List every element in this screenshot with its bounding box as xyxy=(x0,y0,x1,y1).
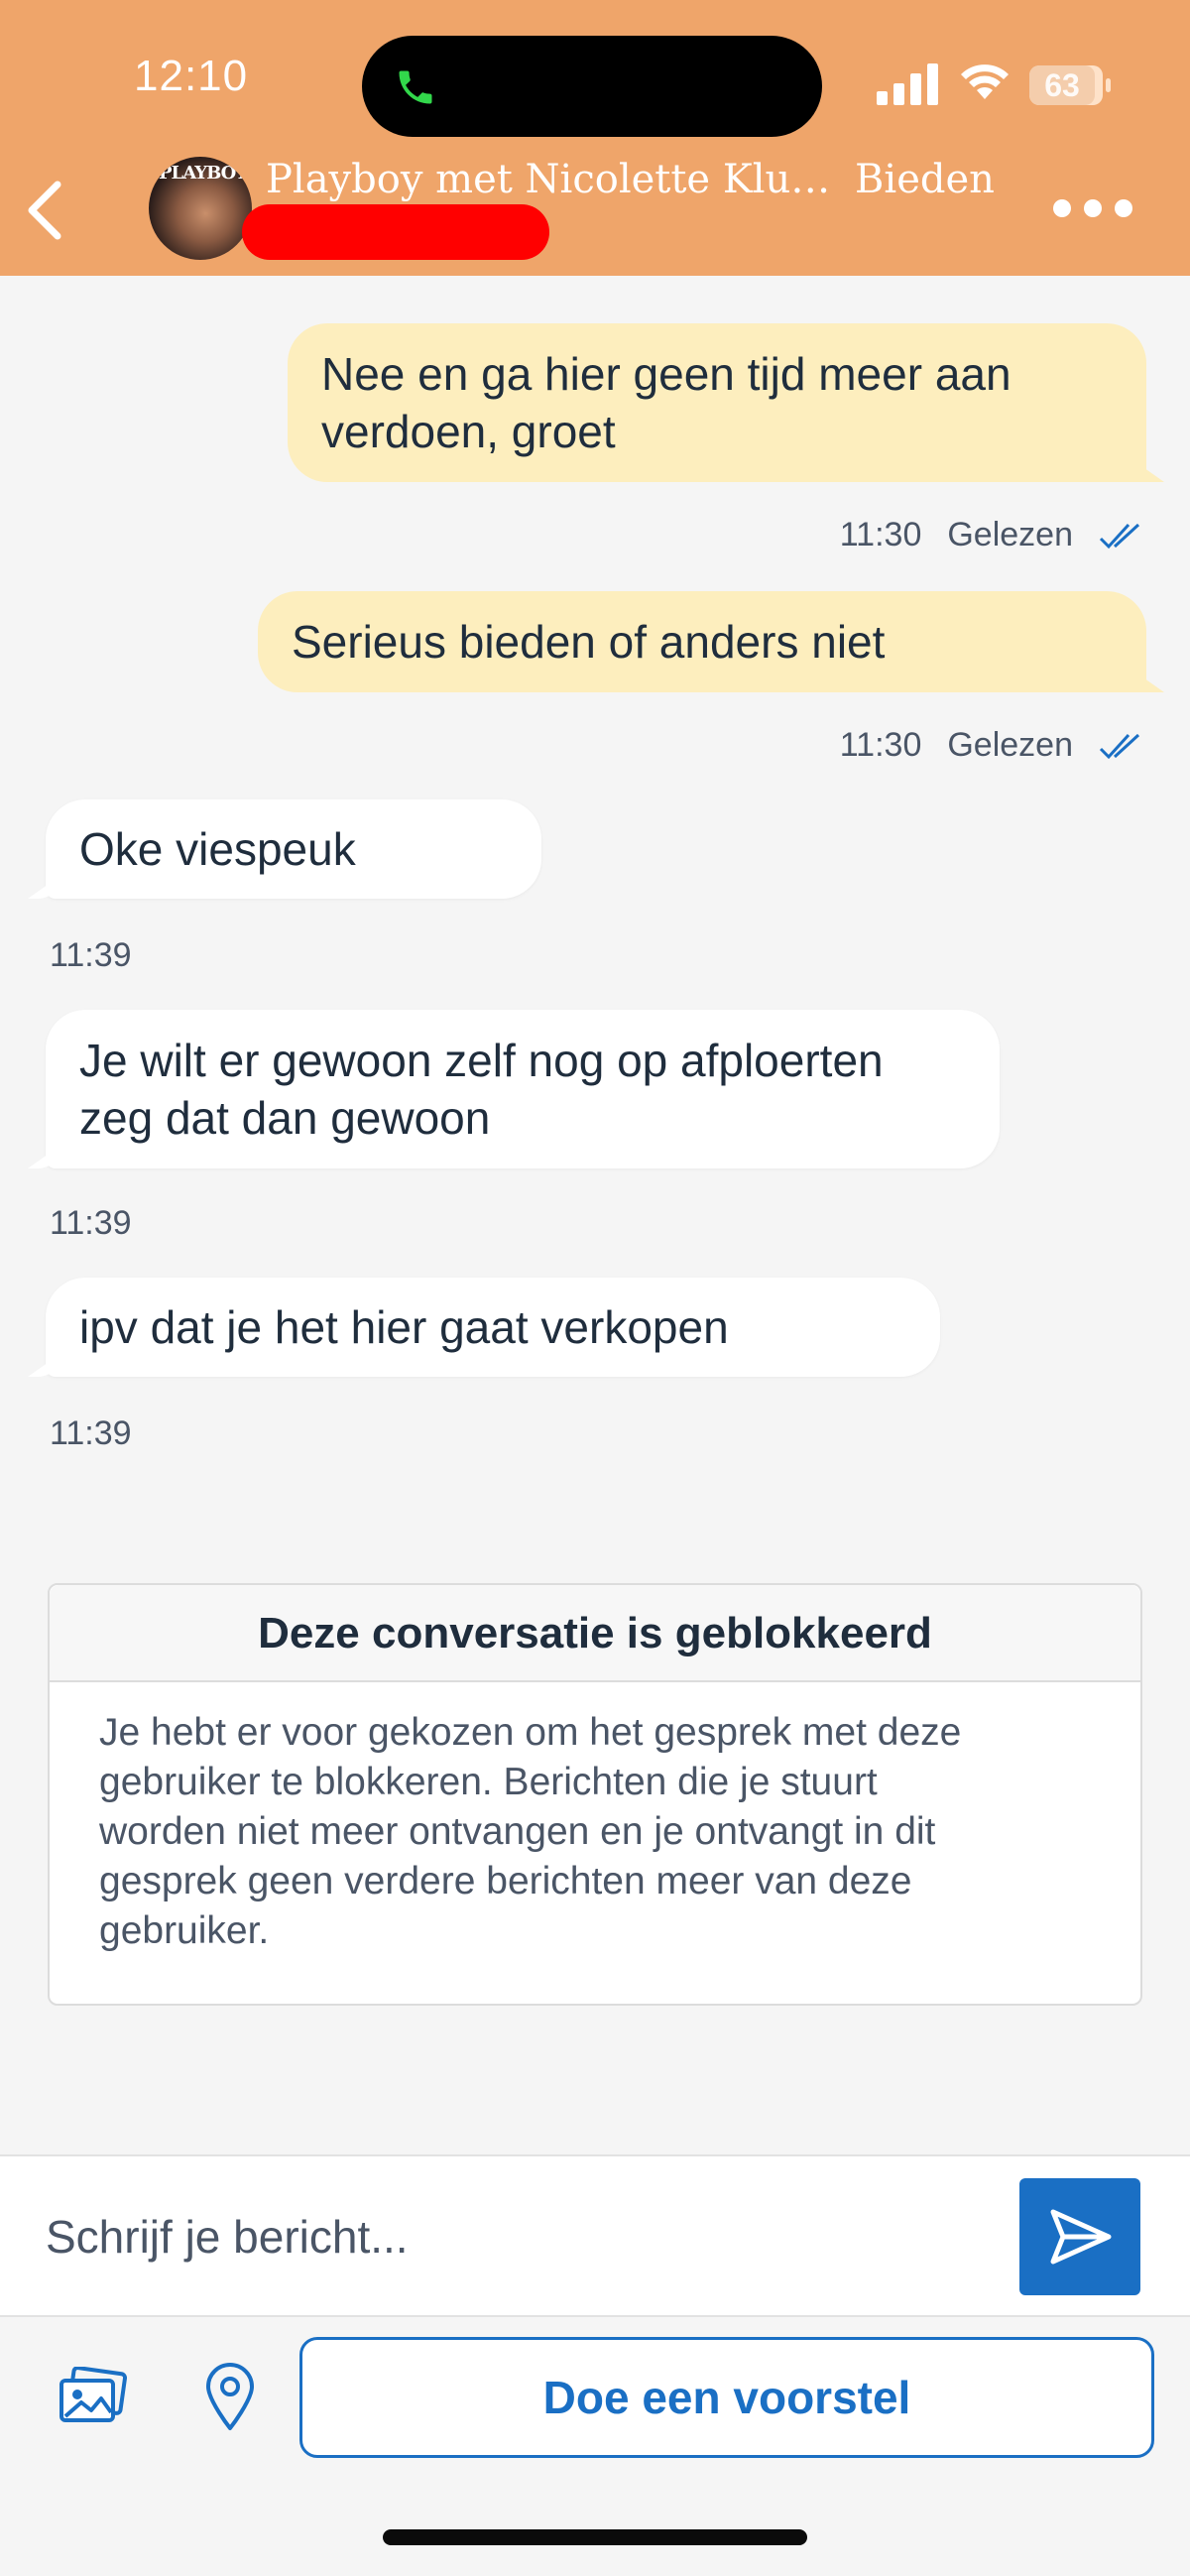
dynamic-island[interactable] xyxy=(362,36,822,137)
bottom-safe-area xyxy=(0,2470,1190,2576)
avatar-logo: PLAYBOY xyxy=(159,163,248,184)
home-indicator[interactable] xyxy=(383,2529,807,2545)
message-input[interactable] xyxy=(46,2202,938,2271)
signal-icon xyxy=(877,63,938,105)
message-time: 11:39 xyxy=(50,1204,132,1242)
blocked-notice-body: Je hebt er voor gekozen om het gesprek m… xyxy=(99,1711,962,1952)
message-text: ipv dat je het hier gaat verkopen xyxy=(79,1301,729,1353)
blocked-notice-title: Deze conversatie is geblokkeerd xyxy=(50,1585,1140,1682)
double-check-icon xyxy=(1099,523,1140,549)
bid-link[interactable]: Bieden xyxy=(855,157,995,202)
blocked-notice: Deze conversatie is geblokkeerd Je hebt … xyxy=(48,1583,1142,2006)
incoming-message[interactable]: Oke viespeuk xyxy=(46,799,541,899)
read-status: Gelezen xyxy=(947,516,1073,553)
status-time: 12:10 xyxy=(134,52,249,100)
message-time: 11:30 xyxy=(839,726,922,764)
battery-level: 63 xyxy=(1029,65,1095,105)
send-icon xyxy=(1050,2209,1112,2265)
message-meta: 11:30 Gelezen xyxy=(840,726,1142,765)
incoming-message[interactable]: Je wilt er gewoon zelf nog op afploerten… xyxy=(46,1010,1000,1168)
photo-icon[interactable] xyxy=(58,2367,127,2426)
battery-indicator: 63 xyxy=(1029,65,1111,105)
message-text: Serieus bieden of anders niet xyxy=(292,616,886,668)
phone-icon xyxy=(399,70,432,104)
message-text: Je wilt er gewoon zelf nog op afploerten… xyxy=(79,1035,884,1144)
message-time: 11:39 xyxy=(50,1414,132,1452)
double-check-icon xyxy=(1099,733,1140,759)
incoming-message[interactable]: ipv dat je het hier gaat verkopen xyxy=(46,1278,940,1377)
composer-toolbar: Doe een voorstel xyxy=(0,2315,1190,2470)
more-options-icon[interactable] xyxy=(1053,193,1132,223)
message-time: 11:30 xyxy=(839,516,922,553)
read-status: Gelezen xyxy=(947,726,1073,764)
wifi-icon xyxy=(961,64,1009,99)
redaction-mark xyxy=(242,204,549,260)
outgoing-message[interactable]: Nee en ga hier geen tijd meer aan verdoe… xyxy=(288,323,1146,482)
avatar[interactable]: PLAYBOY xyxy=(149,157,252,260)
outgoing-message[interactable]: Serieus bieden of anders niet xyxy=(258,591,1146,692)
message-text: Nee en ga hier geen tijd meer aan verdoe… xyxy=(321,348,1012,457)
back-icon[interactable] xyxy=(22,171,71,250)
send-button[interactable] xyxy=(1019,2178,1140,2295)
message-text: Oke viespeuk xyxy=(79,823,356,875)
message-composer xyxy=(0,2154,1190,2315)
message-meta: 11:30 Gelezen xyxy=(840,516,1142,554)
chat-title[interactable]: Playboy met Nicolette Kluijver xyxy=(266,157,841,202)
make-offer-button[interactable]: Doe een voorstel xyxy=(299,2337,1154,2458)
chat-header: 12:10 63 PLAYBOY Playboy met Nicolette K… xyxy=(0,0,1190,276)
message-time: 11:39 xyxy=(50,936,132,974)
location-pin-icon[interactable] xyxy=(202,2361,258,2432)
